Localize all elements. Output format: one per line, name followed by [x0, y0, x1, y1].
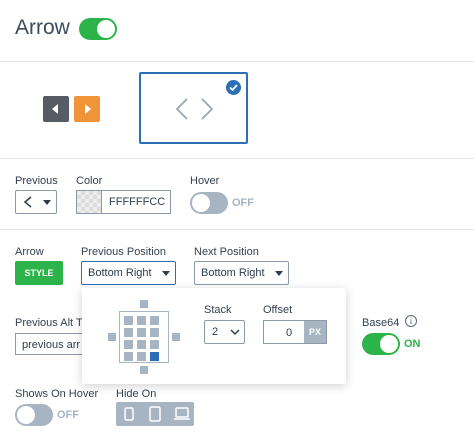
next-position-select[interactable]: Bottom Right	[194, 261, 289, 285]
stack-value: 2	[212, 326, 219, 338]
hover-toggle[interactable]	[190, 192, 228, 214]
chevron-left-icon	[23, 196, 32, 208]
position-popup: Stack 2 Offset 0 PX	[82, 288, 346, 384]
laptop-icon[interactable]	[174, 407, 190, 421]
check-icon	[226, 80, 241, 95]
base64-toggle[interactable]	[362, 333, 400, 355]
page-title: Arrow	[15, 16, 70, 39]
stack-label: Stack	[204, 304, 232, 316]
tablet-icon[interactable]	[149, 406, 161, 422]
hide-on-label: Hide On	[116, 388, 157, 400]
phone-icon[interactable]	[124, 407, 134, 421]
arrow-label: Arrow	[15, 246, 44, 258]
color-label: Color	[76, 175, 103, 187]
next-position-label: Next Position	[194, 246, 259, 258]
shows-on-hover-label: Shows On Hover	[15, 388, 99, 400]
offset-field[interactable]: 0 PX	[263, 320, 327, 344]
chevron-down-icon	[275, 271, 283, 276]
offset-value[interactable]: 0	[286, 327, 292, 339]
previous-alt-value: previous arr	[22, 339, 81, 351]
offset-unit[interactable]: PX	[304, 321, 326, 343]
chevron-down-icon	[43, 200, 51, 205]
caret-right-icon	[85, 104, 91, 114]
previous-position-value: Bottom Right	[88, 267, 152, 279]
caret-left-icon	[52, 104, 58, 114]
stack-select[interactable]: 2	[204, 320, 245, 344]
chevron-down-icon	[230, 329, 240, 336]
info-icon[interactable]: i	[405, 315, 417, 327]
hide-on-group	[116, 402, 194, 426]
previous-alt-label: Previous Alt T	[15, 317, 83, 329]
arrow-style-option[interactable]	[139, 72, 248, 144]
next-arrow-preview-button[interactable]	[74, 96, 100, 122]
style-button[interactable]: STYLE	[15, 261, 63, 285]
prev-arrow-preview-button[interactable]	[43, 96, 69, 122]
arrow-toggle[interactable]	[79, 18, 117, 40]
shows-on-hover-toggle[interactable]	[15, 404, 53, 426]
base64-state: ON	[404, 338, 421, 350]
offset-label: Offset	[263, 304, 293, 316]
previous-arrow-select[interactable]	[15, 190, 57, 214]
shows-on-hover-state: OFF	[57, 409, 79, 421]
next-position-value: Bottom Right	[201, 267, 265, 279]
previous-position-select[interactable]: Bottom Right	[81, 261, 176, 285]
hover-label: Hover	[190, 175, 220, 187]
chevron-down-icon	[162, 271, 170, 276]
position-grid-icon[interactable]	[108, 300, 180, 374]
previous-position-label: Previous Position	[81, 246, 166, 258]
color-picker[interactable]: FFFFFFCC	[76, 190, 171, 214]
color-value[interactable]: FFFFFFCC	[109, 196, 165, 208]
base64-label: Base64	[362, 317, 400, 329]
hover-state: OFF	[232, 197, 254, 209]
previous-label: Previous	[15, 175, 58, 187]
color-swatch[interactable]	[77, 191, 102, 213]
